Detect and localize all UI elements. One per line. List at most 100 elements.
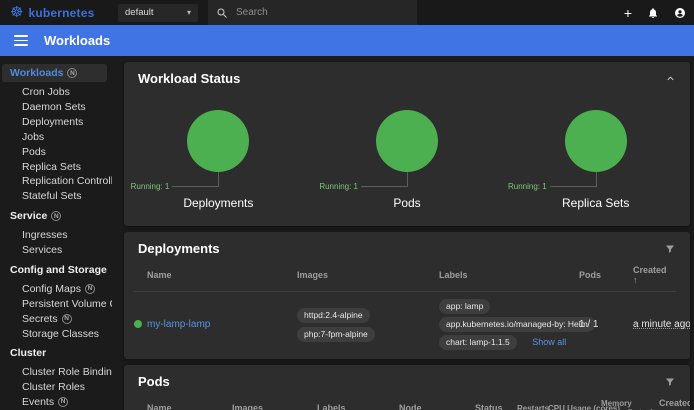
- search-input[interactable]: [236, 7, 386, 18]
- sidebar-item-jobs[interactable]: Jobs: [0, 130, 109, 145]
- deployment-labels: app: lamp app.kubernetes.io/managed-by: …: [439, 297, 579, 351]
- deployments-chart: Running: 1 Deployments: [124, 110, 313, 210]
- status-ok-icon: [134, 320, 142, 328]
- sidebar-item-services[interactable]: Services: [0, 243, 109, 258]
- namespaced-badge-icon: N: [67, 68, 77, 78]
- filter-pods-button[interactable]: [664, 376, 676, 388]
- col-name[interactable]: Name: [147, 403, 232, 410]
- col-pods[interactable]: Pods: [579, 270, 633, 280]
- sidebar-item-cron-jobs[interactable]: Cron Jobs: [0, 85, 109, 100]
- sidebar-item-config-maps[interactable]: Config Maps N: [0, 282, 109, 297]
- sidebar-item-daemon-sets[interactable]: Daemon Sets: [0, 100, 109, 115]
- col-created[interactable]: Created ↑: [633, 265, 676, 285]
- sidebar-item-label: Service: [10, 210, 47, 222]
- show-all-labels-link[interactable]: Show all: [532, 337, 566, 347]
- filter-deployments-button[interactable]: [664, 243, 676, 255]
- sidebar-item-label: Config and Storage: [10, 264, 107, 276]
- sidebar-item-cluster[interactable]: Cluster: [2, 344, 107, 362]
- image-chip: php:7-fpm-alpine: [297, 327, 375, 342]
- sidebar-item-events[interactable]: Events N: [0, 395, 109, 410]
- menu-toggle-button[interactable]: [14, 35, 28, 45]
- namespaced-badge-icon: N: [85, 284, 95, 294]
- image-chip: httpd:2.4-alpine: [297, 308, 370, 323]
- pods-chart-title: Pods: [393, 196, 420, 210]
- pods-chart: Running: 1 Pods: [313, 110, 502, 210]
- search-bar[interactable]: [208, 0, 417, 25]
- page-toolbar: Workloads: [0, 25, 694, 56]
- sidebar-item-label: Events: [22, 397, 54, 408]
- collapse-card-button[interactable]: [665, 73, 676, 84]
- user-avatar-icon: [674, 7, 686, 19]
- pods-running-legend: Running: 1: [319, 182, 358, 191]
- sidebar-item-label: Secrets: [22, 314, 58, 325]
- sidebar-item-replication-controllers[interactable]: Replication Controllers: [0, 174, 109, 189]
- sidebar-item-service[interactable]: Service N: [2, 207, 107, 225]
- pods-header-row: Name Images Labels Node Status Restarts …: [134, 393, 676, 410]
- page-title: Workloads: [44, 33, 110, 48]
- create-resource-button[interactable]: +: [624, 6, 632, 20]
- legend-connector: Running: 1: [124, 172, 313, 187]
- namespaced-badge-icon: N: [62, 314, 72, 324]
- namespace-selector[interactable]: default ▾: [118, 4, 198, 22]
- deployments-pie[interactable]: [187, 110, 249, 172]
- col-node[interactable]: Node: [399, 403, 475, 410]
- col-restarts[interactable]: Restarts: [517, 404, 548, 410]
- deployments-running-legend: Running: 1: [131, 182, 170, 191]
- sidebar-item-label: Persistent Volume Claims: [22, 299, 112, 310]
- search-icon: [216, 7, 228, 19]
- col-cpu-usage[interactable]: CPU Usage (cores): [548, 404, 601, 410]
- deployment-created: a minute ago: [633, 319, 690, 330]
- sidebar-item-cluster-role-bindings[interactable]: Cluster Role Bindings: [0, 365, 109, 380]
- col-status[interactable]: Status: [475, 403, 517, 410]
- sidebar-item-label: Cluster: [10, 347, 46, 359]
- workload-status-title: Workload Status: [138, 71, 240, 86]
- sidebar-item-replica-sets[interactable]: Replica Sets: [0, 159, 109, 174]
- notifications-button[interactable]: [647, 7, 659, 19]
- col-labels[interactable]: Labels: [317, 403, 399, 410]
- workload-charts: Running: 1 Deployments Running: 1 Pods: [124, 110, 690, 226]
- deployments-card: Deployments Name Images Labels Pods Crea…: [124, 232, 690, 359]
- sidebar-nav: Workloads N Cron Jobs Daemon Sets Deploy…: [0, 56, 112, 410]
- sidebar-item-workloads[interactable]: Workloads N: [2, 64, 107, 82]
- pods-card: Pods Name Images Labels Node Status Rest…: [124, 365, 690, 410]
- filter-icon: [664, 376, 676, 388]
- col-created[interactable]: Created ↑: [659, 398, 690, 410]
- chevron-up-icon: [665, 73, 676, 84]
- sidebar-item-pods[interactable]: Pods: [0, 145, 109, 160]
- deployment-pods-count: 1 / 1: [579, 319, 633, 330]
- replica-sets-running-legend: Running: 1: [508, 182, 547, 191]
- chevron-down-icon: ▾: [187, 8, 191, 17]
- namespace-value: default: [125, 7, 154, 18]
- legend-connector: Running: 1: [501, 172, 690, 187]
- replica-sets-chart-title: Replica Sets: [562, 196, 629, 210]
- deployments-header-row: Name Images Labels Pods Created ↑: [134, 260, 676, 291]
- sidebar-item-config-and-storage[interactable]: Config and Storage: [2, 261, 107, 279]
- helm-wheel-icon: ☸: [10, 5, 23, 20]
- col-memory-usage[interactable]: Memory Usage (bytes): [601, 399, 659, 410]
- pods-pie[interactable]: [376, 110, 438, 172]
- sidebar-item-persistent-volume-claims[interactable]: Persistent Volume Claims N: [0, 297, 109, 312]
- replica-sets-pie[interactable]: [565, 110, 627, 172]
- col-labels[interactable]: Labels: [439, 270, 579, 280]
- app-bar: ☸ kubernetes default ▾ +: [0, 0, 694, 25]
- brand-text: kubernetes: [28, 6, 94, 20]
- sidebar-item-storage-classes[interactable]: Storage Classes: [0, 326, 109, 341]
- sidebar-item-ingresses[interactable]: Ingresses: [0, 228, 109, 243]
- namespaced-badge-icon: N: [58, 397, 68, 407]
- col-images[interactable]: Images: [232, 403, 317, 410]
- sidebar-item-label: Config Maps: [22, 284, 81, 295]
- user-menu-button[interactable]: [674, 7, 686, 19]
- deployment-name-link[interactable]: my-lamp-lamp: [147, 319, 297, 330]
- sidebar-item-secrets[interactable]: Secrets N: [0, 312, 109, 327]
- filter-icon: [664, 243, 676, 255]
- label-chip: app.kubernetes.io/managed-by: Helm: [439, 317, 595, 332]
- label-chip: app: lamp: [439, 299, 490, 314]
- kubernetes-logo[interactable]: ☸ kubernetes: [0, 5, 118, 20]
- deployment-row[interactable]: my-lamp-lamp httpd:2.4-alpine php:7-fpm-…: [134, 291, 676, 359]
- sidebar-item-deployments[interactable]: Deployments: [0, 115, 109, 130]
- sidebar-item-stateful-sets[interactable]: Stateful Sets: [0, 189, 109, 204]
- namespaced-badge-icon: N: [51, 211, 61, 221]
- col-name[interactable]: Name: [147, 270, 297, 280]
- col-images[interactable]: Images: [297, 270, 439, 280]
- sidebar-item-cluster-roles[interactable]: Cluster Roles: [0, 380, 109, 395]
